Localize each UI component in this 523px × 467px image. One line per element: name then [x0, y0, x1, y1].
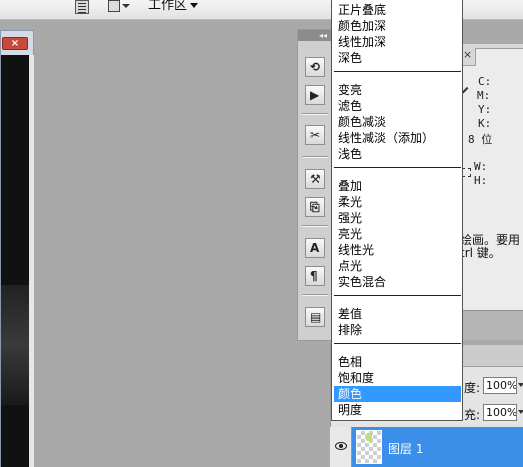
history-tool-icon: ⟲ [310, 60, 321, 74]
blend-mode-option[interactable]: 颜色加深 [334, 18, 461, 34]
vertical-scrollbar[interactable] [29, 55, 34, 467]
blend-mode-option[interactable]: 线性减淡（添加） [334, 130, 461, 146]
chevron-down-icon [190, 3, 199, 8]
blend-mode-option[interactable]: 滤色 [334, 98, 461, 114]
blend-mode-option[interactable]: 强光 [334, 210, 461, 226]
menu-separator [334, 71, 461, 72]
fill-input[interactable] [483, 404, 517, 421]
black-label: K: [478, 117, 492, 130]
character-icon: A [310, 241, 320, 255]
blend-mode-option[interactable]: 正片叠底 [334, 2, 461, 18]
blend-mode-option[interactable]: 颜色 [334, 386, 461, 402]
brushes-icon: ✂ [310, 128, 321, 142]
chevron-down-icon [122, 4, 130, 8]
brushes-button[interactable]: ✂ [305, 125, 325, 145]
panel-divider [460, 310, 523, 340]
magenta-label: M: [477, 89, 491, 102]
blend-mode-option[interactable]: 差值 [334, 306, 461, 322]
opacity-input[interactable] [483, 377, 517, 394]
blend-mode-option[interactable]: 色相 [334, 354, 461, 370]
info-hint-line-2: trl 键。 [460, 246, 501, 260]
opacity-slider-arrow[interactable] [517, 377, 523, 394]
info-panel-tabbar: × [461, 44, 523, 66]
dock-divider [302, 294, 328, 296]
dock-divider [302, 225, 328, 227]
blend-mode-option[interactable]: 线性加深 [334, 34, 461, 50]
layer-comps-icon: ▤ [310, 310, 322, 324]
layer-thumbnail[interactable] [356, 430, 382, 464]
blend-mode-option[interactable]: 颜色减淡 [334, 114, 461, 130]
paragraph-icon: ¶ [310, 269, 318, 283]
info-panel-tab[interactable] [475, 48, 523, 66]
dock-divider [302, 156, 328, 158]
cyan-label: C: [478, 75, 492, 88]
blend-mode-option[interactable]: 叠加 [334, 178, 461, 194]
actions-play-icon: ▶ [310, 88, 320, 102]
tool-presets-button[interactable]: ⚒ [305, 169, 325, 189]
blend-mode-option[interactable]: 排除 [334, 322, 461, 338]
blend-mode-option[interactable]: 明度 [334, 402, 461, 418]
blend-mode-option[interactable]: 浅色 [334, 146, 461, 162]
fill-slider-arrow[interactable] [517, 404, 523, 421]
menu-separator [334, 295, 461, 296]
width-label: W: [474, 160, 488, 173]
tool-presets-icon: ⚒ [310, 172, 321, 186]
yellow-label: Y: [478, 103, 492, 116]
menu-separator [334, 343, 461, 344]
paragraph-button[interactable]: ¶ [305, 266, 325, 286]
blend-mode-option[interactable]: 点光 [334, 258, 461, 274]
menu-separator [334, 167, 461, 168]
blend-mode-option[interactable]: 亮光 [334, 226, 461, 242]
visibility-toggle[interactable] [330, 427, 352, 467]
workspace-menu-button[interactable]: 工作区 [148, 0, 199, 14]
info-panel: × [460, 44, 523, 210]
arrange-documents-button[interactable] [105, 0, 131, 14]
actions-button[interactable]: ▶ [305, 85, 325, 105]
fill-label: 充: [464, 408, 481, 422]
selection-size-icon [462, 168, 471, 177]
document-window: × [0, 30, 34, 467]
dock-divider [302, 113, 328, 115]
clone-source-button[interactable]: ⎘ [305, 197, 325, 217]
opacity-label: 度: [464, 381, 481, 395]
blend-mode-option[interactable]: 实色混合 [334, 274, 461, 290]
blend-mode-option[interactable]: 变亮 [334, 82, 461, 98]
panel-dock: ◂◂ ⟲ ▶ ✂ ⚒ ⎘ A ¶ ▤ [297, 29, 333, 341]
blend-mode-option[interactable]: 饱和度 [334, 370, 461, 386]
dock-collapse-button[interactable]: ◂◂ [298, 30, 332, 41]
document-canvas[interactable] [1, 55, 29, 467]
eye-icon [335, 442, 347, 450]
height-label: H: [474, 174, 488, 187]
close-document-button[interactable]: × [2, 37, 28, 50]
blend-mode-option[interactable]: 线性光 [334, 242, 461, 258]
arrange-icon [108, 0, 120, 12]
character-button[interactable]: A [305, 238, 325, 258]
layer-comps-button[interactable]: ▤ [305, 307, 325, 327]
clone-source-icon: ⎘ [310, 200, 320, 214]
history-button[interactable]: ⟲ [305, 57, 325, 77]
workspace-label: 工作区 [148, 0, 188, 13]
bit-depth-label: 8 位 [468, 133, 493, 146]
blend-mode-menu: 正片叠底 颜色加深 线性加深 深色变亮 滤色 颜色减淡 线性减淡（添加） 浅色叠加 柔光 强光 亮光… [331, 0, 463, 421]
close-panel-icon[interactable]: × [463, 48, 472, 61]
layer-name[interactable]: 图层 1 [388, 440, 423, 457]
blend-mode-option[interactable]: 柔光 [334, 194, 461, 210]
document-icon[interactable] [75, 0, 89, 14]
blend-mode-option[interactable]: 深色 [334, 50, 461, 66]
